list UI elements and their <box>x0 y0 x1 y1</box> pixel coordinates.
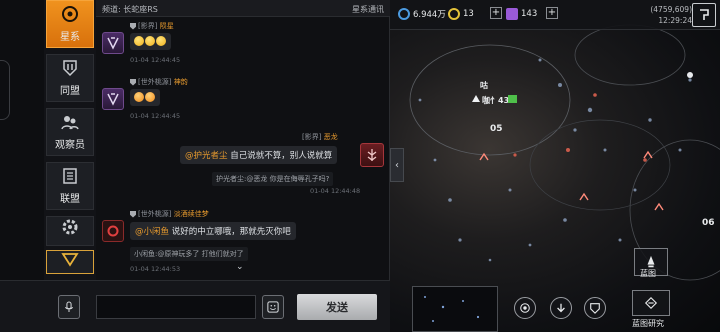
emoji-button[interactable] <box>262 295 284 319</box>
faction-icon <box>107 37 119 50</box>
sector-label: 05 <box>490 124 503 134</box>
arrow-down-icon <box>557 303 565 313</box>
emoji-icon <box>145 36 155 46</box>
clock: 12:29:24 <box>658 16 692 25</box>
avatar[interactable] <box>102 88 124 110</box>
sidebar-item-label: 同盟 <box>60 86 80 97</box>
message-time: 01-04 12:44:45 <box>130 56 181 64</box>
sidebar-item-label: 星系 <box>60 32 80 43</box>
emoji-icon <box>156 36 166 46</box>
shield-icon <box>590 303 600 314</box>
chat-header: 频道: 长蛇座RS 星系通讯 <box>96 0 390 17</box>
galaxy-icon <box>60 4 80 24</box>
faction-icon <box>107 225 119 237</box>
voice-button[interactable] <box>58 295 80 319</box>
coordinates: (4759,609) <box>650 5 692 14</box>
faction-icon <box>107 93 119 106</box>
blueprint-research-label: 蓝图研究 <box>632 319 664 328</box>
energy-resource: 13 <box>448 8 474 20</box>
resource-bar: 6.944万 13 + 143 + (4759,609) 12:29:24 <box>390 0 720 30</box>
observer-icon <box>60 112 80 132</box>
alliance-map-button[interactable] <box>584 297 606 319</box>
research-icon <box>644 296 658 310</box>
fleet-label[interactable]: 咕 <box>480 80 488 91</box>
rank-shield-icon <box>130 22 136 30</box>
gear-icon <box>60 217 80 237</box>
galaxy-comm-tab[interactable]: 星系通讯 <box>352 4 384 15</box>
alliance-icon <box>60 58 80 78</box>
add-energy-button[interactable]: + <box>490 7 502 19</box>
energy-icon <box>448 8 460 20</box>
galaxy-map[interactable]: 6.944万 13 + 143 + (4759,609) 12:29:24 ‹ … <box>390 0 720 332</box>
map-overlay <box>409 24 720 281</box>
rank-shield-icon <box>130 78 136 86</box>
ship-icon <box>647 255 655 268</box>
side-handle[interactable] <box>0 60 10 120</box>
avatar[interactable] <box>360 143 384 167</box>
flag-icon <box>700 9 709 20</box>
sidebar: 星系 同盟 观察员 联盟 <box>44 0 96 280</box>
avatar[interactable] <box>102 220 124 242</box>
message-bubble: @小闲鱼 说好的中立哪哦，那就先灭你吧 <box>130 222 296 240</box>
blueprint-research-button[interactable] <box>632 290 670 316</box>
sector-label: 06 <box>702 218 715 228</box>
menu-button[interactable] <box>692 3 716 27</box>
sidebar-item-alliance[interactable]: 同盟 <box>46 54 94 102</box>
minimap[interactable] <box>412 286 498 332</box>
mention[interactable]: @小闲鱼 <box>135 227 169 237</box>
faction-icon <box>367 149 377 161</box>
blueprint-label: 蓝图 <box>640 269 656 278</box>
scroll-down-icon[interactable]: ⌄ <box>236 262 244 272</box>
chat-input-bar: 发送 <box>0 280 390 332</box>
emoji-icon <box>145 92 155 102</box>
crystal-icon <box>506 8 518 20</box>
message-bubble <box>130 89 160 106</box>
message-sender[interactable]: [世外桃源] 神韵 <box>130 77 188 87</box>
message-time: 01-04 12:44:48 <box>310 187 361 195</box>
quoted-message[interactable]: 小闲鱼:@原神玩多了 打他们就对了 <box>130 247 248 261</box>
sidebar-item-galaxy[interactable]: 星系 <box>46 0 94 48</box>
credits-resource: 6.944万 <box>398 8 446 20</box>
minimap-stars <box>424 296 480 322</box>
rank-shield-icon <box>130 210 136 218</box>
status-badge <box>508 95 517 103</box>
emoji-icon <box>134 36 144 46</box>
message-time: 01-04 12:44:53 <box>130 265 181 273</box>
send-button[interactable]: 发送 <box>297 294 377 320</box>
chat-input[interactable] <box>96 295 256 319</box>
add-crystal-button[interactable]: + <box>546 7 558 19</box>
quoted-message[interactable]: 护光者尘:@恶龙 你是在侮辱孔子吗? <box>212 172 334 186</box>
message-time: 01-04 12:44:45 <box>130 112 181 120</box>
smiley-icon <box>267 301 279 313</box>
message-bubble <box>130 33 171 50</box>
message-sender[interactable]: [影界] 陨星 <box>130 21 174 31</box>
message-bubble: @护光者尘 自己说就不算，别人说就算 <box>180 146 338 164</box>
filter-button[interactable] <box>46 250 94 274</box>
triangle-filter-icon <box>60 249 80 269</box>
league-icon <box>60 166 80 186</box>
sidebar-item-league[interactable]: 联盟 <box>46 162 94 210</box>
galaxy-view-button[interactable] <box>514 297 536 319</box>
microphone-icon <box>65 301 73 312</box>
emoji-icon <box>134 92 144 102</box>
sidebar-item-label: 联盟 <box>60 194 80 205</box>
crystal-resource: 143 <box>506 8 537 20</box>
settings-button[interactable] <box>46 216 94 246</box>
channel-name: 频道: 长蛇座RS <box>102 5 158 14</box>
collapse-chat-button[interactable]: ‹ <box>390 148 404 182</box>
chat-panel: 频道: 长蛇座RS 星系通讯 [影界] 陨星 01-04 12:44:45 [世… <box>96 0 390 280</box>
message-sender[interactable]: [世外桃源] 淡酒续佳梦 <box>130 209 209 219</box>
spiral-icon <box>520 303 530 313</box>
message-sender[interactable]: [影界] 恶龙 <box>302 132 338 142</box>
coords-readout: (4759,609) 12:29:24 <box>650 4 692 26</box>
sidebar-item-label: 观察员 <box>55 140 85 151</box>
mention[interactable]: @护光者尘 <box>185 151 228 161</box>
avatar[interactable] <box>102 32 124 54</box>
credits-icon <box>398 8 410 20</box>
chevron-left-icon: ‹ <box>395 159 399 171</box>
sidebar-item-observer[interactable]: 观察员 <box>46 108 94 156</box>
download-button[interactable] <box>550 297 572 319</box>
station-label[interactable]: 咖忄43 <box>482 95 509 106</box>
